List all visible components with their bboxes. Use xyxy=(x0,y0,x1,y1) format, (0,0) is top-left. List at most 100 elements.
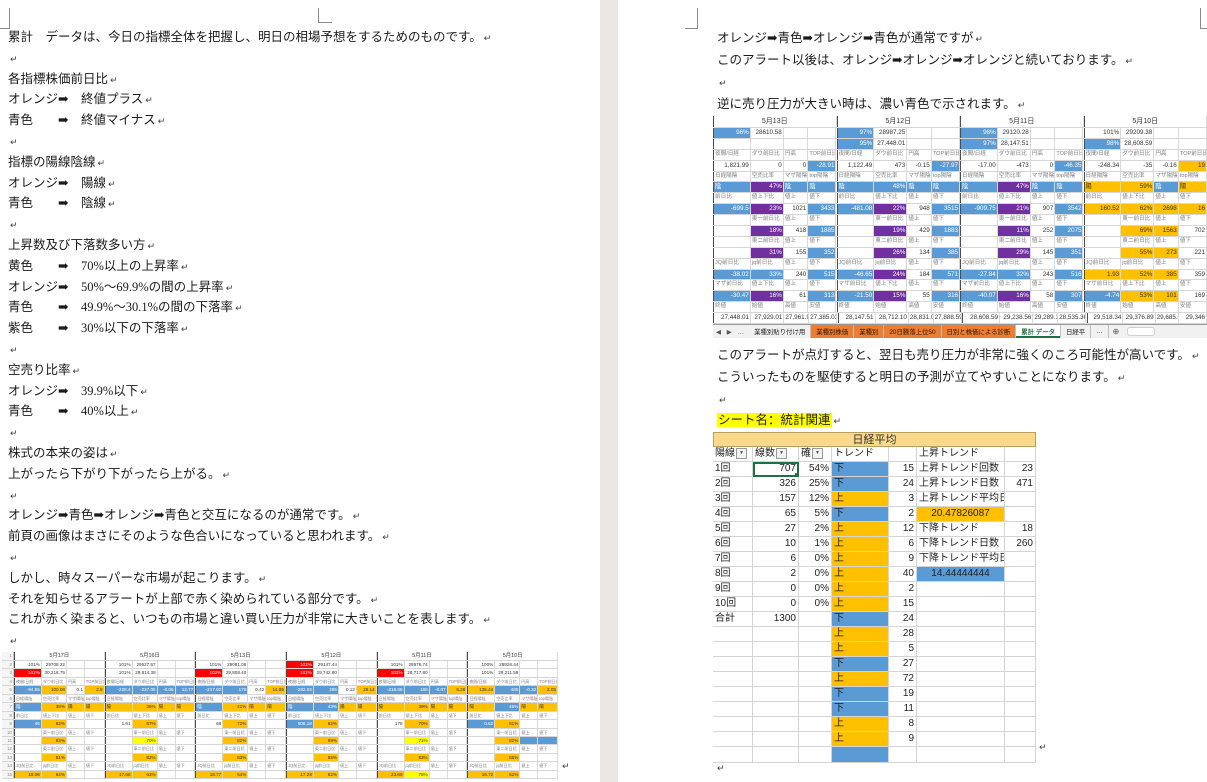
value-cell: 243 xyxy=(1031,269,1056,280)
date-block xyxy=(713,138,837,149)
tab-scrollbar xyxy=(1127,327,1156,336)
value-cell: 473 xyxy=(874,160,908,171)
value-cell: 陰 xyxy=(783,182,809,193)
stats-row: 上8 xyxy=(713,717,1036,732)
value-cell: 418 xyxy=(784,226,809,236)
pilcrow-mark: ↵ xyxy=(10,553,18,564)
value-cell: -27.97 xyxy=(931,160,960,171)
date-block: 陽 39% 陽陽 xyxy=(376,703,468,711)
column-header-cell: 高値 xyxy=(1031,302,1056,313)
row-number: 7 xyxy=(2,703,14,711)
value-cell: -218.68 xyxy=(377,686,405,694)
sheet-row: 8 前日比 値上下比 値上 値下 前日比 値上下比 値上 値下 前日比 値上下比 値上 値下 前日比 値上下… xyxy=(2,711,558,721)
value-cell: 352 xyxy=(808,247,837,258)
value-cell xyxy=(808,138,837,149)
column-header-cell: 円高 xyxy=(520,677,539,686)
date-block: 101% 29,814.38 xyxy=(104,669,196,677)
date-block: 東二前日比 値上 値下 xyxy=(836,236,961,247)
value-cell: -27.84 xyxy=(961,269,998,280)
margin-crop-mark xyxy=(318,8,332,23)
column-header-cell: 値上 xyxy=(1154,193,1179,204)
value-cell: -699.5 xyxy=(714,204,751,215)
column-header-cell: 値下 xyxy=(808,215,837,226)
stats-cell xyxy=(713,732,753,747)
value-cell xyxy=(357,720,377,728)
date-block: 東二前日比 値上 値下 xyxy=(104,745,196,753)
column-header-cell: JQ前日比 xyxy=(287,762,314,770)
stats-cell xyxy=(753,672,799,687)
column-header-cell: ダウ前日比 xyxy=(998,149,1031,160)
value-cell: 0 xyxy=(1031,160,1056,171)
paragraph-text: 各指標株価前日比 xyxy=(8,71,109,86)
value-cell: 陽 xyxy=(429,703,448,711)
value-cell: 316 xyxy=(931,291,960,302)
column-header-cell: 夜間/日経 xyxy=(15,677,42,686)
value-cell: 3515 xyxy=(931,204,960,215)
value-cell: 36% xyxy=(132,703,158,711)
date-block: 5月16日 xyxy=(104,652,196,660)
pilcrow-mark: ↵ xyxy=(352,512,361,523)
value-cell: -4.74 xyxy=(1084,291,1122,302)
value-cell: 0.1 xyxy=(67,686,85,694)
paragraph-line: ↵ xyxy=(8,339,491,360)
value-cell: 陽 xyxy=(105,703,133,711)
paragraph-text: このアラート以後は、オレンジ➡オレンジ➡オレンジと続いております。 xyxy=(717,53,1124,67)
stats-cell xyxy=(1005,627,1036,642)
column-header-cell: 夜間/日経 xyxy=(378,677,405,686)
date-block: 178 70% xyxy=(376,720,468,728)
date-block: -217.92 178 0.42 14.85 xyxy=(195,686,286,694)
value-cell xyxy=(1154,128,1179,138)
column-header-cell: 値下 xyxy=(538,745,558,753)
date-block: 71% xyxy=(376,736,468,745)
column-header-cell: 前日比 xyxy=(196,711,224,720)
row-number: 9 xyxy=(2,720,14,728)
column-header-cell: top陽陰 xyxy=(538,694,558,703)
stats-cell: 9 xyxy=(889,732,917,747)
sheet-tab: 累計 データ xyxy=(1016,325,1061,338)
column-header-cell: 安値 xyxy=(1055,302,1084,313)
stats-cell xyxy=(713,747,753,763)
stats-cell: 0% xyxy=(799,552,832,567)
value-cell: 273 xyxy=(1154,247,1179,258)
column-header-cell: 値下 xyxy=(932,236,960,247)
date-block: 88% xyxy=(285,736,377,745)
sheet-row: 27,448.0127,929.0127,961.9627,385.0328,1… xyxy=(713,313,1207,325)
stats-cell xyxy=(917,747,1005,763)
column-header-cell: jq前日比 xyxy=(751,258,784,269)
date-block: マザ前日比 値上下比 値上 値下 xyxy=(960,280,1084,291)
sheet-row: 5月13日 5月12日 5月11日 5月10日 xyxy=(713,116,1207,128)
column-header-cell: JQ前日比 xyxy=(196,762,224,770)
date-block: 夜間/日経 ダウ前日比 円高 TOP前日比 xyxy=(13,677,105,686)
column-header-cell: 値上 xyxy=(784,193,809,204)
stats-cell xyxy=(713,672,753,687)
date-block: -46.65 24% 184 571 xyxy=(836,269,961,280)
value-cell: 506.18 xyxy=(286,720,314,728)
word-document-view: 累計 データは、今日の指標全体を把握し、明日の相場予想をするためのものです。 ↵ ↵… xyxy=(0,0,1207,782)
value-cell xyxy=(520,661,539,669)
document-page-right[interactable]: オレンジ➡青色➡オレンジ➡青色が通常ですが ↵ このアラート以後は、オレンジ➡オレン… xyxy=(618,0,1207,782)
document-page-left[interactable]: 累計 データは、今日の指標全体を把握し、明日の相場予想をするためのものです。 ↵ ↵… xyxy=(0,0,600,782)
paragraph-text: 指標の陽線陰線 xyxy=(8,154,96,169)
column-header-cell: 円高 xyxy=(907,149,932,160)
column-header-cell: 始値 xyxy=(874,302,908,313)
column-header-cell: top陽陰 xyxy=(1055,171,1084,182)
value-cell: 78% xyxy=(404,770,430,779)
date-block: 18.06 64% xyxy=(13,770,105,779)
margin-crop-mark xyxy=(685,8,698,29)
column-header-cell: 東一前日比 xyxy=(42,728,67,736)
trend-cell: 下 xyxy=(832,507,889,522)
value-cell: 102% xyxy=(196,669,224,677)
sheet-row: 東一前日比 値上 値下 東一前日比 値上 値下 東一前日比 値上 値下 東一前日比 値上 値下 xyxy=(713,215,1207,227)
value-cell xyxy=(85,753,105,762)
column-header-cell: 東一前日比 xyxy=(1121,215,1155,226)
stats-right-cell: 14.44444444 xyxy=(917,567,1005,582)
column-header-cell: TOP前日比 xyxy=(539,677,558,686)
date-block: マザ前日比 値上下比 値上 値下 xyxy=(1083,280,1207,291)
date-block: 陰 38% 陽陽 xyxy=(13,703,105,711)
value-cell: 47% xyxy=(750,182,784,193)
pilcrow-mark: ↵ xyxy=(107,179,116,190)
column-header-cell: 空売比率 xyxy=(314,694,339,703)
value-cell xyxy=(85,661,105,669)
value-cell: 陽 xyxy=(266,703,286,711)
value-cell: 33% xyxy=(750,269,784,280)
